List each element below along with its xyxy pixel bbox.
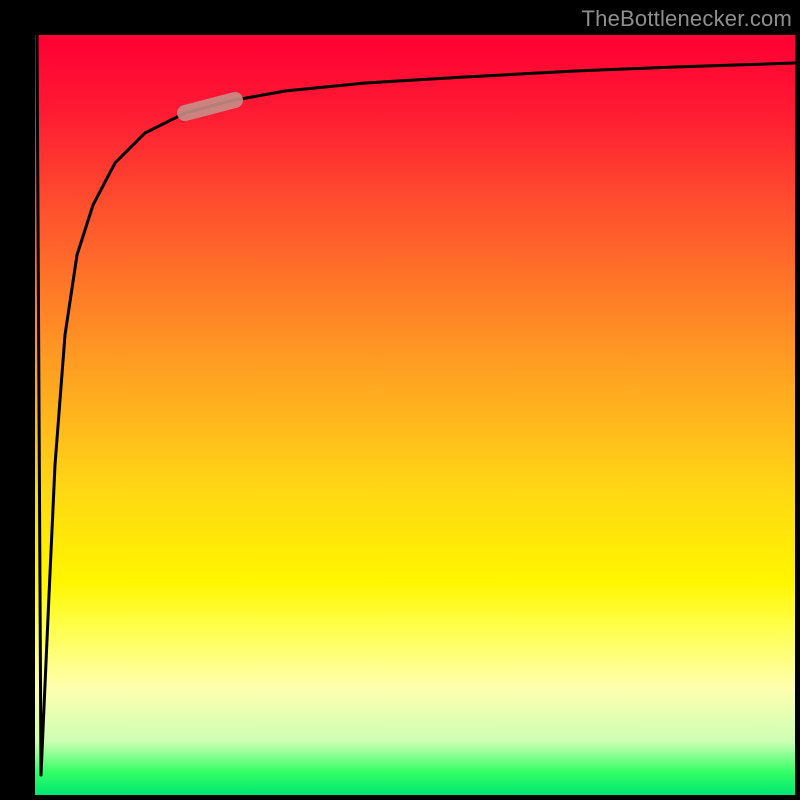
curve-svg xyxy=(35,35,795,795)
bottleneck-curve xyxy=(37,35,795,775)
highlight-segment xyxy=(185,100,235,113)
chart-frame: TheBottlenecker.com xyxy=(0,0,800,800)
watermark-text: TheBottlenecker.com xyxy=(582,6,792,32)
plot-area xyxy=(35,35,795,795)
